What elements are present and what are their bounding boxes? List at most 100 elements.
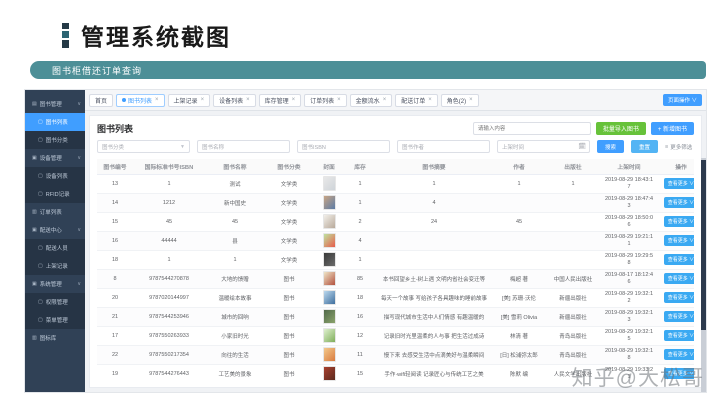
cell-author: 林清 著 [493, 326, 545, 346]
sidebar-item-图书管理[interactable]: ▤ 图书管理 ∨ [25, 95, 85, 113]
sidebar-item-订单列表[interactable]: ▥ 订单列表 [25, 203, 85, 221]
cell-cover [313, 174, 345, 194]
column-header: 作者 [493, 159, 545, 175]
cell-date: 2019-08-29 19:32:1 5 [601, 326, 657, 346]
row-more-button[interactable]: 查看更多 ∨ [663, 292, 694, 303]
cell-id: 8 [97, 269, 133, 289]
cell-stock: 85 [345, 269, 375, 289]
close-icon[interactable]: × [246, 97, 250, 103]
date-line1: 2019-08-29 19:21:1 [604, 234, 653, 240]
cell-action: 查看更多 ∨ [657, 174, 694, 194]
cell-id: 22 [97, 345, 133, 365]
row-more-button[interactable]: 查看更多 ∨ [663, 273, 694, 284]
row-more-button[interactable]: 查看更多 ∨ [663, 368, 694, 379]
sidebar-item-图书列表[interactable]: ▢ 图书列表 [25, 113, 85, 131]
cell-author [493, 193, 545, 213]
book-cover-image [322, 233, 336, 248]
tab-label: 库存管理 [264, 98, 289, 105]
cell-date: 2019-08-29 19:32:1 3 [601, 307, 657, 327]
list-icon: ▢ [38, 263, 43, 269]
sidebar-item-图标库[interactable]: ▥ 图标库 [25, 329, 85, 347]
tab-金额流水[interactable]: 金额流水 × [349, 93, 393, 107]
row-more-button[interactable]: 查看更多 ∨ [663, 235, 694, 246]
book-name-field[interactable]: 图书名称 [197, 140, 290, 153]
cell-stock: 1 [345, 193, 375, 213]
date-field[interactable]: 上架时间 🗓 [497, 140, 590, 153]
isbn-placeholder: 图书ISBN [302, 144, 326, 151]
add-book-button[interactable]: + 新增图书 [650, 122, 694, 135]
cell-isbn: 1212 [133, 193, 205, 213]
table-row: 19 9787544276443 工艺美的景象 图书 15 手作·wifi轻阅读 记录匠心… [97, 364, 694, 383]
batch-import-button[interactable]: 批量导入图书 [595, 122, 646, 135]
content-area: 图书列表 批量导入图书 + 新增图书 图书分类 ▼ 图书名称 [85, 111, 706, 392]
row-more-button[interactable]: 查看更多 ∨ [663, 254, 694, 265]
close-icon[interactable]: × [469, 97, 473, 103]
sidebar-item-设备列表[interactable]: ▢ 设备列表 [25, 167, 85, 185]
cell-category: 文学类 [265, 231, 313, 251]
sidebar-item-权限管理[interactable]: ▢ 权限管理 [25, 293, 85, 311]
tab-配送订单[interactable]: 配送订单 × [395, 93, 438, 107]
page-actions-button[interactable]: 页面操作 ∨ [662, 94, 702, 106]
cell-date: 2019-08-29 18:43:1 7 [601, 174, 657, 194]
cell-author: [美] 苏珊·沃伦 [493, 288, 545, 308]
sidebar-item-系统管理[interactable]: ▣ 系统管理 ∨ [25, 275, 85, 293]
tab-首页[interactable]: 首页 [89, 93, 114, 107]
search-button[interactable]: 搜索 [597, 140, 625, 153]
search-input[interactable] [472, 122, 591, 135]
reset-button[interactable]: 重置 [631, 140, 659, 153]
isbn-field[interactable]: 图书ISBN [297, 140, 390, 153]
book-cover-image [322, 176, 336, 191]
row-more-button[interactable]: 查看更多 ∨ [663, 197, 694, 208]
close-icon[interactable]: × [201, 97, 205, 103]
sidebar-item-label: 上架记录 [45, 264, 68, 270]
date-line1: 2019-08-17 18:12:4 [604, 272, 653, 278]
scrollbar-thumb[interactable] [701, 160, 706, 330]
sidebar-item-图书分类[interactable]: ▢ 图书分类 [25, 131, 85, 149]
close-icon[interactable]: × [155, 97, 159, 103]
cell-stock: 4 [345, 231, 375, 251]
tab-角色(2)[interactable]: 角色(2) × [440, 93, 479, 107]
cell-isbn: 1 [133, 250, 205, 270]
tab-图书列表[interactable]: 图书列表 × [116, 93, 165, 107]
close-icon[interactable]: × [292, 97, 296, 103]
sidebar-item-菜单管理[interactable]: ▢ 菜单管理 [25, 311, 85, 329]
tab-订单列表[interactable]: 订单列表 × [304, 93, 347, 107]
cell-summary: 4 [375, 193, 493, 213]
tab-库存管理[interactable]: 库存管理 × [258, 93, 302, 107]
column-header: 图书分类 [265, 159, 313, 175]
date-line1: 2019-08-29 18:43:1 [604, 177, 653, 183]
author-field[interactable]: 图书作者 [397, 140, 490, 153]
row-more-button[interactable]: 查看更多 ∨ [663, 178, 694, 189]
cell-cover [313, 269, 345, 289]
close-icon[interactable]: × [428, 97, 432, 103]
sidebar-item-设备管理[interactable]: ▣ 设备管理 ∨ [25, 149, 85, 167]
cell-action: 查看更多 ∨ [657, 212, 694, 232]
row-more-button[interactable]: 查看更多 ∨ [663, 330, 694, 341]
category-select[interactable]: 图书分类 ▼ [97, 140, 190, 153]
row-more-button[interactable]: 查看更多 ∨ [663, 311, 694, 322]
cell-id: 21 [97, 307, 133, 327]
sidebar-item-label: 图书列表 [45, 120, 68, 126]
sidebar-item-RFID记录[interactable]: ▢ RFID记录 [25, 185, 85, 203]
cell-summary [375, 250, 493, 270]
close-icon[interactable]: × [337, 97, 341, 103]
sidebar-item-配送中心[interactable]: ▣ 配送中心 ∨ [25, 221, 85, 239]
more-filters-link[interactable]: ≡ 更多筛选 [665, 143, 692, 151]
tab-上架记录[interactable]: 上架记录 × [167, 93, 211, 107]
tab-label: 上架记录 [173, 98, 198, 105]
scrollbar[interactable] [701, 158, 706, 392]
cell-name: 温暖绘本故事 [205, 288, 265, 308]
cell-action: 查看更多 ∨ [657, 364, 694, 383]
cell-publisher: 新疆出版社 [545, 307, 601, 327]
sidebar-item-label: 系统管理 [39, 282, 62, 288]
book-cover-image [322, 328, 336, 343]
row-more-button[interactable]: 查看更多 ∨ [663, 216, 694, 227]
row-more-button[interactable]: 查看更多 ∨ [663, 349, 694, 360]
date-line2: 6 [627, 278, 631, 285]
date-line1: 2019-08-29 18:47:4 [604, 196, 653, 202]
close-icon[interactable]: × [383, 97, 387, 103]
calendar-icon: 🗓 [578, 144, 586, 150]
tab-设备列表[interactable]: 设备列表 × [213, 93, 256, 107]
sidebar-item-上架记录[interactable]: ▢ 上架记录 [25, 257, 85, 275]
sidebar-item-配送人员[interactable]: ▢ 配送人员 [25, 239, 85, 257]
